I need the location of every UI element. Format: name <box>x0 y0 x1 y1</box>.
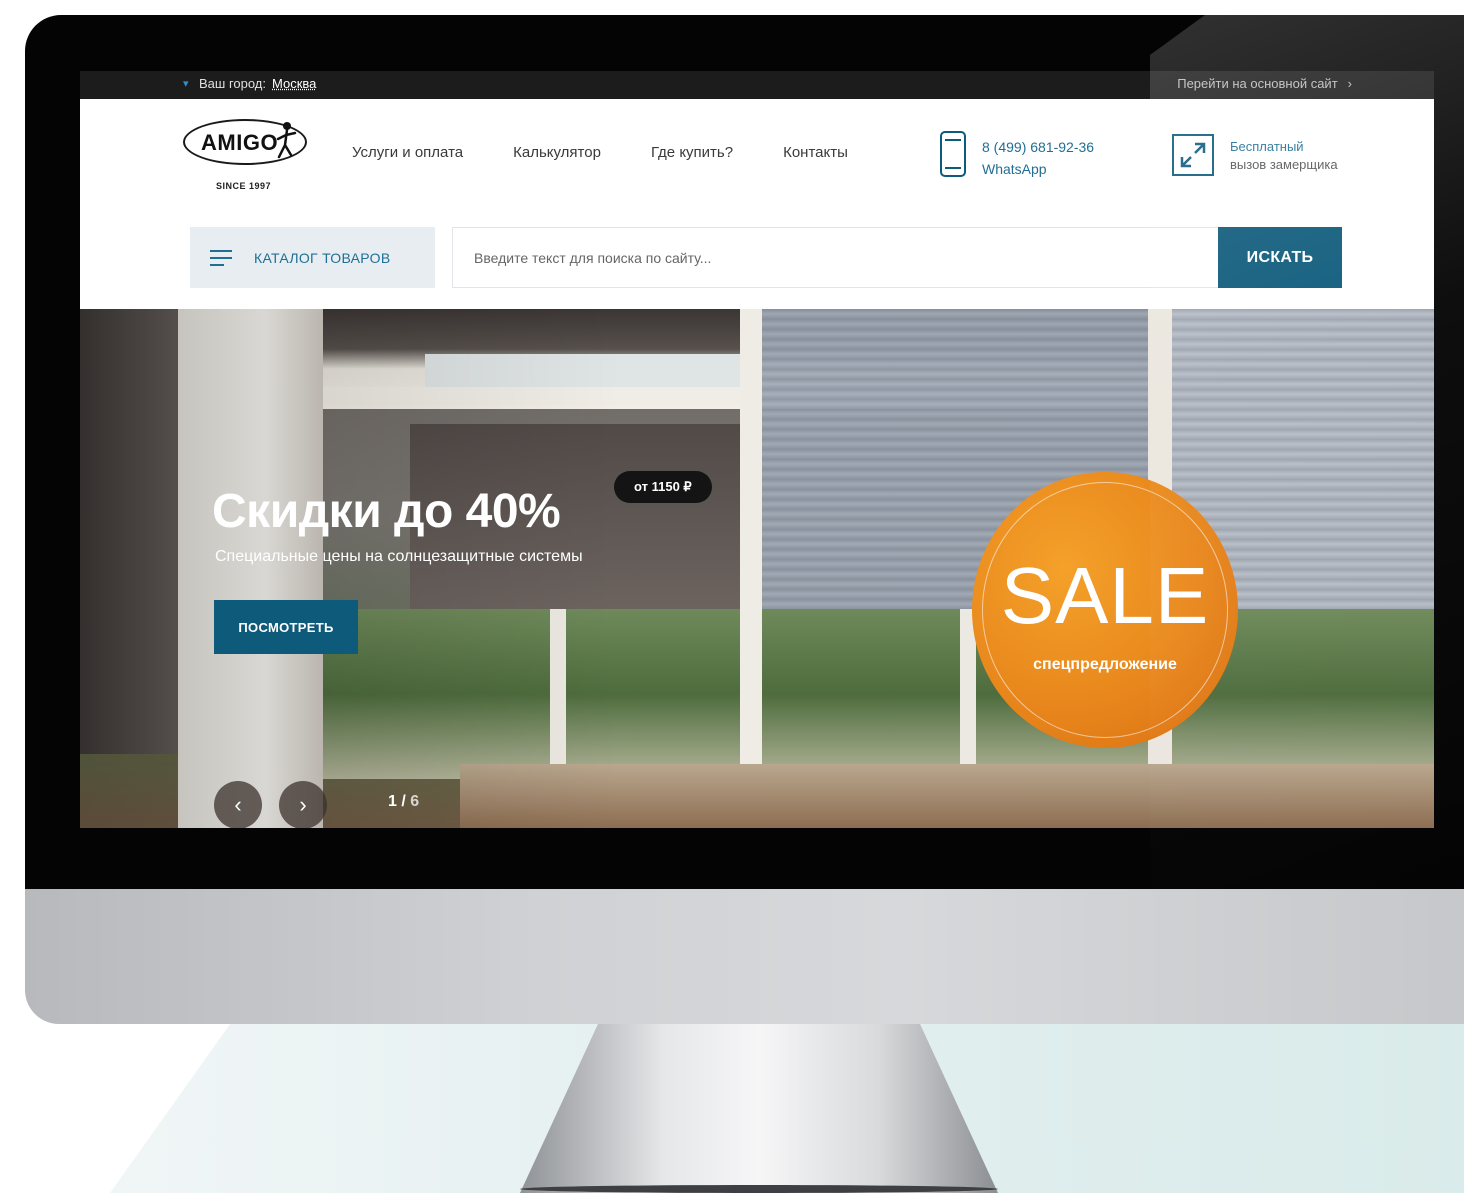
catalog-button[interactable]: КАТАЛОГ ТОВАРОВ <box>190 227 435 288</box>
logo-brand: AMIGO <box>201 130 279 155</box>
price-badge: от 1150 ₽ <box>614 471 712 503</box>
catalog-label: КАТАЛОГ ТОВАРОВ <box>254 249 391 266</box>
chevron-right-icon: › <box>1347 76 1352 91</box>
nav-item-services[interactable]: Услуги и оплата <box>352 144 463 161</box>
slide-separator: / <box>396 793 411 810</box>
slide-current: 1 <box>388 793 397 810</box>
measure-line1: Бесплатный <box>1230 139 1304 154</box>
monitor-stand <box>520 1024 998 1193</box>
logo-since: SINCE 1997 <box>216 181 272 191</box>
nav-item-calculator[interactable]: Калькулятор <box>513 144 601 161</box>
phone-number[interactable]: 8 (499) 681-92-36 <box>982 136 1094 158</box>
website-screen: ▾ Ваш город: Москва Перейти на основной … <box>80 71 1434 828</box>
sale-badge[interactable]: SALE спецпредложение <box>972 472 1238 748</box>
search-box <box>452 227 1220 288</box>
city-label: Ваш город: <box>199 76 266 91</box>
measure-text: Бесплатный вызов замерщика <box>1230 138 1338 174</box>
city-link[interactable]: Москва <box>272 76 316 91</box>
chevron-right-icon: › <box>299 792 307 817</box>
smartphone-icon <box>940 131 966 177</box>
nav-item-contacts[interactable]: Контакты <box>783 144 848 161</box>
top-bar: ▾ Ваш город: Москва Перейти на основной … <box>80 71 1434 99</box>
main-site-link[interactable]: Перейти на основной сайт › <box>1177 76 1352 91</box>
expand-arrows-icon <box>1172 134 1214 176</box>
location-pin-icon: ▾ <box>183 77 189 90</box>
amigo-logo[interactable]: AMIGO SINCE 1997 <box>183 119 308 197</box>
hero-slider: Скидки до 40% от 1150 ₽ Специальные цены… <box>80 309 1434 828</box>
search-input[interactable] <box>474 249 1194 266</box>
hero-title: Скидки до 40% <box>212 485 561 538</box>
whatsapp-link[interactable]: WhatsApp <box>982 158 1094 180</box>
main-site-label: Перейти на основной сайт <box>1177 76 1338 91</box>
slider-next-button[interactable]: › <box>279 781 327 828</box>
sale-word: SALE <box>1000 551 1210 640</box>
slide-total: 6 <box>410 793 420 810</box>
view-button[interactable]: ПОСМОТРЕТЬ <box>214 600 358 654</box>
slide-counter: 1 / 6 <box>388 793 419 811</box>
menu-icon <box>210 249 232 266</box>
measure-line2: вызов замерщика <box>1230 157 1338 172</box>
hero-subtitle: Специальные цены на солнцезащитные систе… <box>215 548 583 565</box>
monitor-base <box>520 1185 998 1193</box>
slider-prev-button[interactable]: ‹ <box>214 781 262 828</box>
sale-subtitle: спецпредложение <box>1033 656 1177 673</box>
site-header: AMIGO SINCE 1997 Услуги и оплата Калькул… <box>80 99 1434 209</box>
phone-text: 8 (499) 681-92-36 WhatsApp <box>982 136 1094 180</box>
chevron-left-icon: ‹ <box>234 792 242 817</box>
logo-figure-icon <box>276 122 297 159</box>
search-button[interactable]: ИСКАТЬ <box>1218 227 1342 288</box>
nav-item-where-to-buy[interactable]: Где купить? <box>651 144 733 161</box>
main-nav: Услуги и оплата Калькулятор Где купить? … <box>352 144 898 161</box>
monitor-mockup: ▾ Ваш город: Москва Перейти на основной … <box>0 0 1464 1193</box>
city-selector[interactable]: ▾ Ваш город: Москва <box>183 76 316 91</box>
monitor-chin <box>25 889 1464 1024</box>
